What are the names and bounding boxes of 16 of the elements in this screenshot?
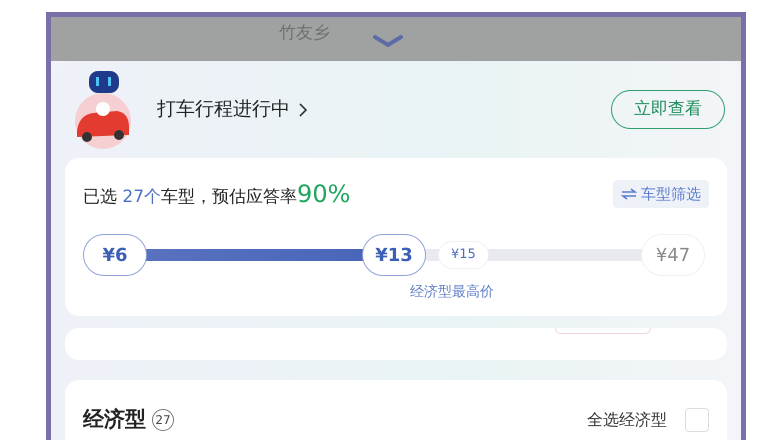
selection-summary-text: 已选 27个车型，预估应答率90% [83, 179, 350, 210]
trip-status-title[interactable]: 打车行程进行中 [157, 95, 290, 124]
select-all-label[interactable]: 全选经济型 [587, 408, 667, 432]
max-price-handle[interactable]: ¥13 [362, 234, 426, 276]
select-all-checkbox[interactable] [685, 408, 709, 432]
collapse-chevron-icon[interactable] [373, 35, 403, 47]
car-filter-button[interactable]: 车型筛选 [613, 180, 709, 208]
highest-price-label: ¥47 [641, 234, 705, 276]
view-now-button[interactable]: 立即查看 [611, 90, 725, 130]
category-count: 27 [152, 409, 174, 431]
price-marker: ¥15 [438, 241, 489, 269]
swap-icon [621, 188, 637, 200]
category-title: 经济型 [83, 406, 146, 434]
min-price-handle[interactable]: ¥6 [83, 234, 147, 276]
chevron-right-icon[interactable] [298, 102, 308, 118]
marker-caption: 经济型最高价 [410, 283, 494, 302]
